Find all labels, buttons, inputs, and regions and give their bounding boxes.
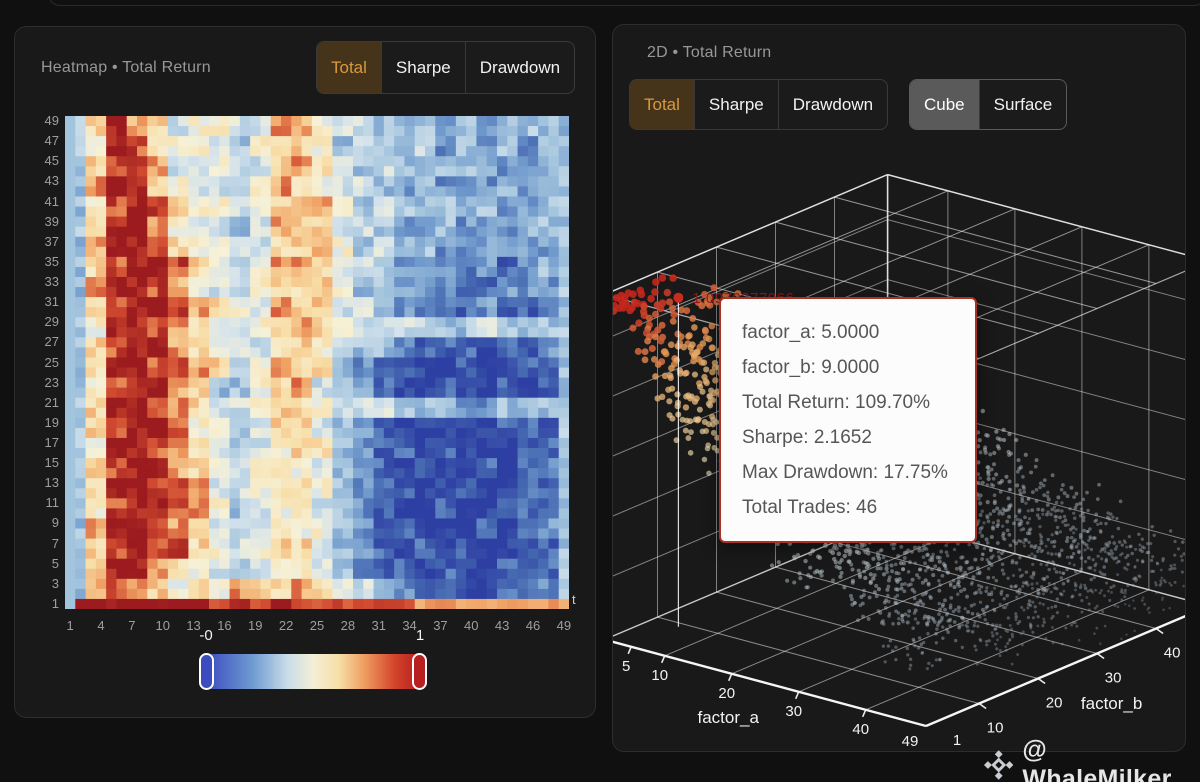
heatmap-x-tick: 4: [97, 618, 105, 633]
color-gradient-track[interactable]: [206, 654, 420, 689]
tab-sharpe[interactable]: Sharpe: [693, 80, 778, 129]
heatmap-y-tick: 19: [44, 414, 59, 430]
heatmap-x-tick: 10: [155, 618, 170, 633]
heatmap-y-tick: 41: [44, 193, 59, 209]
tab-drawdown[interactable]: Drawdown: [777, 80, 887, 129]
heatmap-x-tick: 31: [371, 618, 386, 633]
heatmap-y-tick: 39: [44, 213, 59, 229]
tab-drawdown[interactable]: Drawdown: [464, 42, 574, 93]
heatmap-y-tick: 1: [51, 595, 59, 611]
page: Heatmap • Total Return Total Sharpe Drawdo…: [0, 0, 1200, 782]
tooltip-line: factor_a: 5.0000: [742, 322, 880, 343]
heatmap-y-tick: 47: [44, 133, 59, 149]
tooltip-line: Sharpe: 2.1652: [742, 427, 872, 448]
tab-total[interactable]: Total: [630, 80, 694, 129]
heatmap-x-tick: 43: [494, 618, 510, 633]
heatmap-y-tick: 15: [44, 455, 59, 471]
slider-max-label: 1: [415, 627, 425, 644]
scatter3d-panel: 2D • Total Return Total Sharpe Drawdown Cu…: [612, 24, 1186, 752]
heatmap-y-tick: 9: [51, 515, 59, 531]
tooltip-line: Total Trades: 46: [742, 497, 878, 518]
scatter3d-panel-title: 2D • Total Return: [647, 44, 772, 61]
hover-tooltip: factor_a: 5.0000 factor_b: 9.0000 Total Re…: [719, 297, 977, 543]
heatmap-y-tick: 35: [44, 253, 59, 269]
heatmap-y-tick: 13: [44, 475, 59, 491]
heatmap-y-tick: 11: [45, 495, 60, 511]
heatmap-y-tick: 5: [51, 555, 59, 571]
heatmap-panel-title: Heatmap • Total Return: [41, 59, 211, 76]
binance-diamond-icon: [984, 750, 1014, 780]
heatmap-y-tick: 7: [51, 535, 59, 551]
tab-total[interactable]: Total: [317, 42, 381, 93]
heatmap-corner-char: t: [572, 592, 576, 607]
heatmap-x-tick: 25: [309, 618, 325, 633]
slider-min-handle[interactable]: [199, 653, 214, 690]
upper-panel-edge: [48, 0, 1200, 6]
heatmap-x-tick: 1: [66, 618, 74, 633]
heatmap-x-tick: 40: [464, 618, 479, 633]
slider-min-label: -0: [199, 627, 213, 644]
heatmap-y-tick: 37: [44, 233, 59, 249]
watermark-text: @ WhaleMilker: [1022, 736, 1172, 782]
heatmap-x-tick: 22: [278, 618, 294, 633]
heatmap-y-tick: 3: [51, 575, 59, 591]
tab-cube[interactable]: Cube: [910, 80, 979, 129]
heatmap-y-tick: 27: [44, 334, 59, 350]
tooltip-line: Max Drawdown: 17.75%: [742, 462, 948, 483]
watermark: @ WhaleMilker: [984, 736, 1200, 782]
heatmap-x-tick: 19: [248, 618, 263, 633]
color-range-slider: -0 1: [199, 627, 427, 690]
heatmap-x-tick: 28: [340, 618, 356, 633]
heatmap-y-tick: 23: [44, 374, 59, 390]
heatmap-y-tick: 25: [44, 354, 59, 370]
heatmap-y-tick: 17: [44, 434, 59, 450]
heatmap-canvas[interactable]: [65, 116, 569, 609]
heatmap-panel: Heatmap • Total Return Total Sharpe Drawdo…: [14, 26, 596, 718]
scatter3d-view-tabs: Cube Surface: [909, 79, 1068, 130]
slider-max-handle[interactable]: [412, 653, 427, 690]
heatmap-y-tick: 43: [44, 173, 59, 189]
tooltip-line: factor_b: 9.0000: [742, 357, 880, 378]
heatmap-y-tick: 45: [44, 153, 59, 169]
heatmap-metric-tabs: Total Sharpe Drawdown: [316, 41, 576, 94]
heatmap-y-tick: 31: [44, 294, 59, 310]
heatmap-y-tick: 29: [44, 314, 59, 330]
heatmap-y-tick: 49: [44, 113, 59, 129]
heatmap-x-axis: 1 4 7 10 13 16 19 22 25 28 31 34 37 40 43 46 49: [65, 618, 572, 636]
heatmap-y-axis: 49 47 45 43 41 39 37 35 33 31 29 27 25 23 21 19 17 15 13 11…: [21, 113, 60, 611]
heatmap-y-tick: 21: [44, 394, 59, 410]
tooltip-line: Total Return: 109.70%: [742, 392, 931, 413]
heatmap-x-tick: 7: [128, 618, 136, 633]
tab-surface[interactable]: Surface: [978, 80, 1067, 129]
heatmap-x-tick: 46: [525, 618, 541, 633]
heatmap-x-tick: 49: [556, 618, 572, 633]
heatmap-y-tick: 33: [44, 274, 59, 289]
tab-sharpe[interactable]: Sharpe: [380, 42, 465, 93]
scatter3d-metric-tabs: Total Sharpe Drawdown: [629, 79, 889, 130]
